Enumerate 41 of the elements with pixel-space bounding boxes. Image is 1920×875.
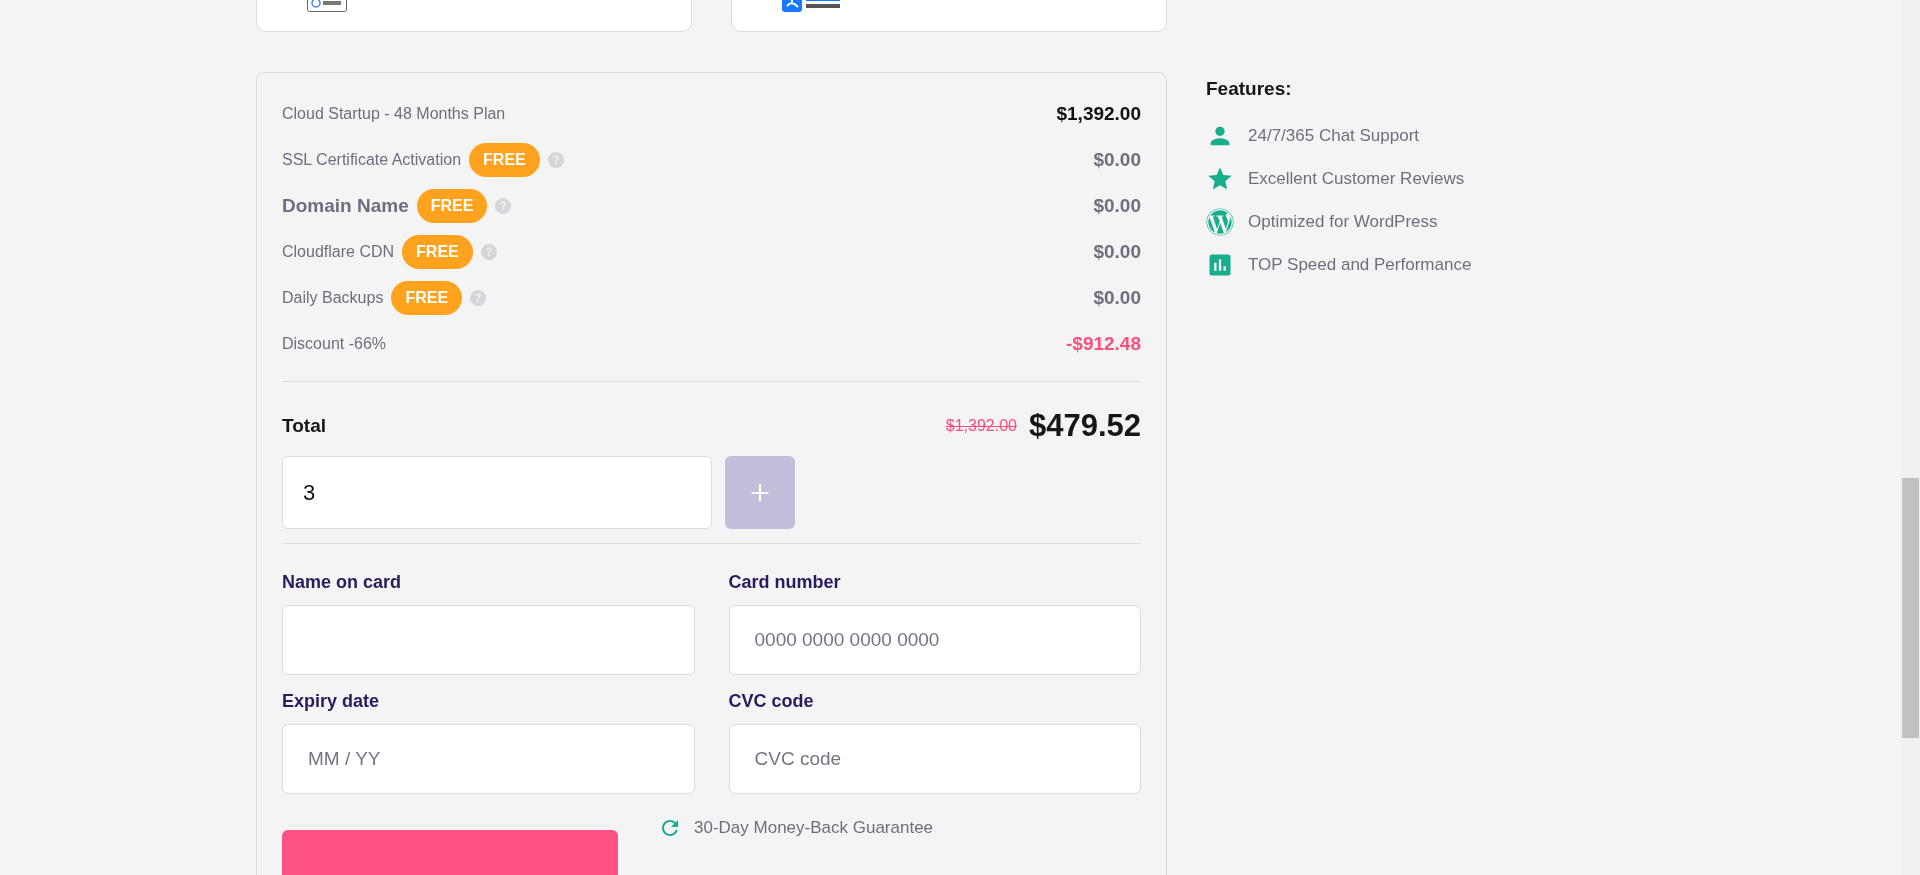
total-label: Total — [282, 415, 326, 437]
guarantee-text: 30-Day Money-Back Guarantee — [694, 818, 934, 838]
line-item-label: Discount -66% — [282, 335, 387, 353]
help-icon[interactable] — [480, 244, 497, 260]
line-item-price: $1,392.00 — [1056, 103, 1141, 125]
total-price: $479.52 — [1028, 408, 1141, 444]
wordpress-icon — [1206, 207, 1234, 236]
free-badge: FREE — [469, 143, 540, 177]
line-item-price: $0.00 — [1093, 287, 1141, 309]
free-badge: FREE — [416, 189, 488, 223]
help-icon[interactable] — [470, 290, 487, 306]
free-badge: FREE — [391, 281, 463, 315]
line-item-price: $0.00 — [1093, 195, 1141, 217]
line-item-label: Daily Backups — [282, 289, 384, 307]
original-price: $1,392.00 — [945, 417, 1017, 435]
line-item-label: Domain Name — [282, 195, 409, 217]
line-item-price: $0.00 — [1093, 149, 1141, 171]
pay-button[interactable] — [282, 830, 618, 875]
free-badge: FREE — [402, 235, 473, 269]
features-title: Features: — [1206, 78, 1293, 100]
input-field[interactable] — [282, 605, 695, 675]
line-item-label: Cloudflare CDN — [282, 243, 395, 261]
feature-text: TOP Speed and Performance — [1248, 254, 1472, 275]
feature-text: Optimized for WordPress — [1248, 211, 1438, 232]
field-label: Card number — [728, 571, 842, 594]
help-icon[interactable] — [495, 198, 512, 214]
scrollbar-thumb[interactable] — [1902, 478, 1919, 738]
line-item-price: -$912.48 — [1066, 333, 1141, 355]
feature-text: Excellent Customer Reviews — [1248, 168, 1465, 189]
feature-text: 24/7/365 Chat Support — [1248, 125, 1420, 146]
coupon-input-field[interactable]: 3 — [282, 456, 712, 529]
line-item-label: SSL Certificate Activation — [282, 151, 462, 169]
input-field[interactable]: 0000 0000 0000 0000 — [728, 605, 1141, 675]
input-field[interactable]: CVC code — [728, 724, 1141, 794]
line-item-label: Cloud Startup - 48 Months Plan — [282, 105, 506, 123]
field-label: Expiry date — [282, 690, 381, 713]
input-field[interactable]: MM / YY — [282, 724, 695, 794]
field-label: Name on card — [282, 571, 403, 594]
line-item-price: $0.00 — [1093, 241, 1141, 263]
field-label: CVC code — [728, 690, 815, 713]
help-icon[interactable] — [547, 152, 564, 168]
